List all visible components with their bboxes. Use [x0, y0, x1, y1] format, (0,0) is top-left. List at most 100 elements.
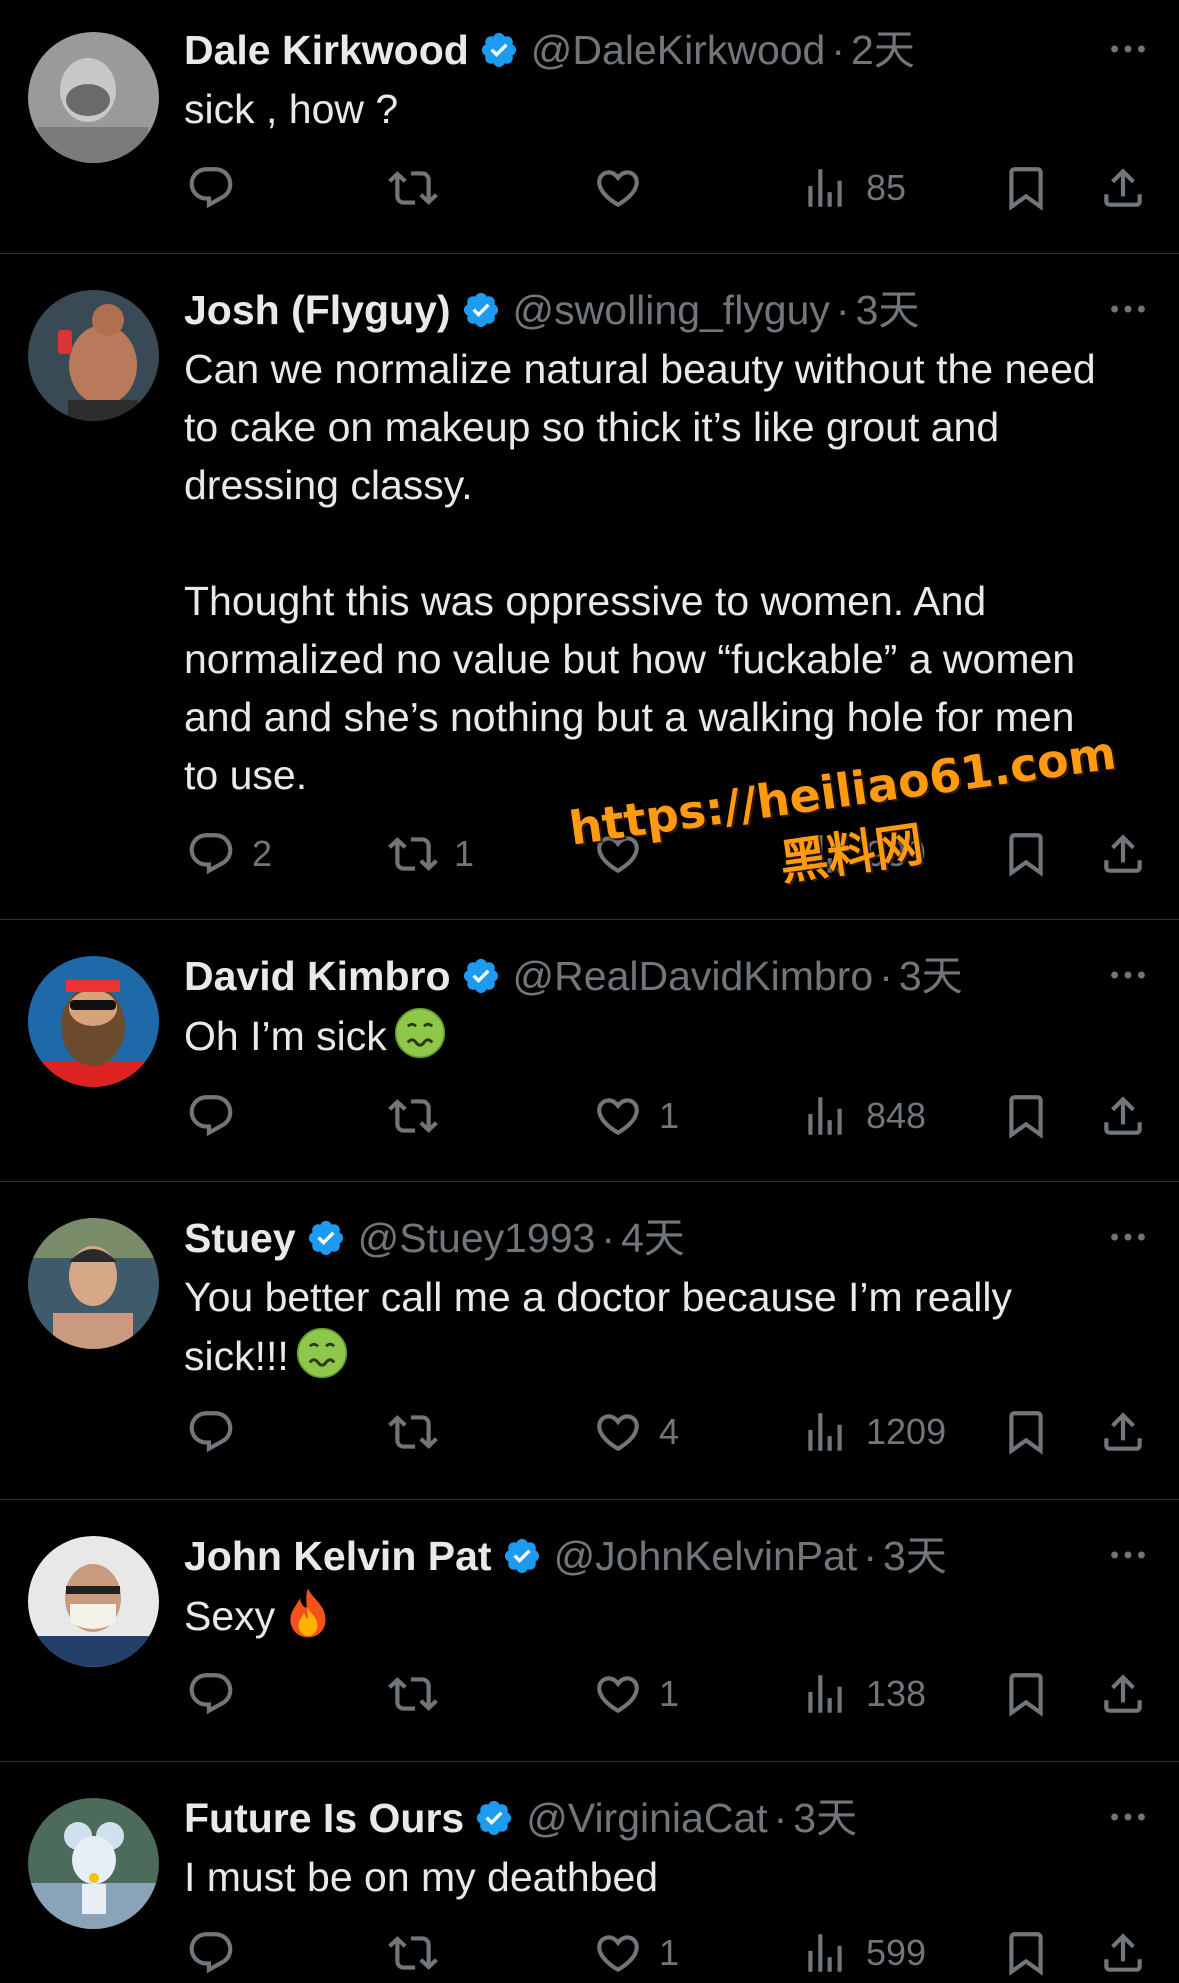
share-button[interactable] [1098, 1664, 1148, 1724]
timestamp[interactable]: 3天 [856, 280, 920, 340]
handle[interactable]: @JohnKelvinPat [554, 1526, 858, 1586]
separator-dot: · [773, 1795, 788, 1841]
more-options-icon[interactable] [1105, 1214, 1151, 1260]
retweet-button[interactable] [388, 1923, 454, 1983]
share-icon [1098, 1669, 1148, 1719]
heart-icon [593, 829, 643, 879]
avatar[interactable] [28, 956, 159, 1087]
bookmark-button[interactable] [1001, 1402, 1051, 1462]
views-icon [800, 1407, 850, 1457]
views-icon [800, 1928, 850, 1978]
handle[interactable]: @swolling_flyguy [513, 280, 830, 340]
like-button[interactable]: 1 [593, 1923, 679, 1983]
tweet[interactable]: Future Is Ours @VirginiaCat · 3天 I must … [0, 1762, 1179, 1983]
share-button[interactable] [1098, 1923, 1148, 1983]
bookmark-button[interactable] [1001, 1664, 1051, 1724]
action-bar: 85 [0, 158, 1179, 218]
timestamp[interactable]: 3天 [899, 946, 963, 1006]
tweet-text: sick , how ? [184, 80, 1114, 138]
bookmark-icon [1001, 1928, 1051, 1978]
reply-button[interactable] [186, 158, 252, 218]
more-options-icon[interactable] [1105, 26, 1151, 72]
handle[interactable]: @Stuey1993 [358, 1208, 596, 1268]
timestamp[interactable]: 2天 [851, 20, 915, 80]
views-button[interactable]: 848 [800, 1086, 926, 1146]
share-button[interactable] [1098, 1402, 1148, 1462]
bookmark-button[interactable] [1001, 824, 1051, 884]
display-name[interactable]: Future Is Ours [184, 1788, 464, 1848]
retweet-button[interactable] [388, 1402, 454, 1462]
share-button[interactable] [1098, 824, 1148, 884]
views-button[interactable]: 1209 [800, 1402, 946, 1462]
like-button[interactable]: 1 [593, 1086, 679, 1146]
tweet[interactable]: David Kimbro @RealDavidKimbro · 3天 Oh I’… [0, 920, 1179, 1182]
tweet-header: Stuey @Stuey1993 · 4天 [184, 1208, 685, 1268]
share-button[interactable] [1098, 1086, 1148, 1146]
retweet-icon [388, 1928, 438, 1978]
tweet[interactable]: Dale Kirkwood @DaleKirkwood · 2天 sick , … [0, 0, 1179, 254]
bookmark-button[interactable] [1001, 158, 1051, 218]
reply-button[interactable] [186, 1086, 252, 1146]
verified-badge-icon [461, 956, 501, 996]
share-icon [1098, 1928, 1148, 1978]
display-name[interactable]: Josh (Flyguy) [184, 280, 451, 340]
more-options-icon[interactable] [1105, 1794, 1151, 1840]
avatar[interactable] [28, 1798, 159, 1929]
reply-count: 2 [252, 833, 273, 874]
view-count: 85 [866, 167, 907, 208]
like-button[interactable]: 1 [593, 1664, 679, 1724]
handle[interactable]: @RealDavidKimbro [513, 946, 874, 1006]
display-name[interactable]: John Kelvin Pat [184, 1526, 492, 1586]
tweet-text-body: Sexy [184, 1593, 276, 1639]
tweet[interactable]: Josh (Flyguy) @swolling_flyguy · 3天 Can … [0, 254, 1179, 920]
handle[interactable]: @DaleKirkwood [531, 20, 826, 80]
like-count: 1 [659, 1095, 680, 1136]
like-button[interactable]: 4 [593, 1402, 679, 1462]
display-name[interactable]: David Kimbro [184, 946, 451, 1006]
retweet-button[interactable] [388, 1664, 454, 1724]
tweet-header: Josh (Flyguy) @swolling_flyguy · 3天 [184, 280, 919, 340]
avatar[interactable] [28, 290, 159, 421]
avatar[interactable] [28, 1536, 159, 1667]
share-icon [1098, 1091, 1148, 1141]
share-button[interactable] [1098, 158, 1148, 218]
like-button[interactable] [593, 824, 659, 884]
views-button[interactable]: 138 [800, 1664, 926, 1724]
display-name[interactable]: Stuey [184, 1208, 296, 1268]
more-options-icon[interactable] [1105, 1532, 1151, 1578]
timestamp[interactable]: 4天 [621, 1208, 685, 1268]
bookmark-button[interactable] [1001, 1923, 1051, 1983]
tweet[interactable]: John Kelvin Pat @JohnKelvinPat · 3天 Sexy… [0, 1500, 1179, 1762]
display-name[interactable]: Dale Kirkwood [184, 20, 469, 80]
like-button[interactable] [593, 158, 659, 218]
avatar[interactable] [28, 1218, 159, 1349]
timestamp[interactable]: 3天 [793, 1788, 857, 1848]
more-options-icon[interactable] [1105, 952, 1151, 998]
views-button[interactable]: 85 [800, 158, 906, 218]
retweet-button[interactable] [388, 158, 454, 218]
tweet-header: David Kimbro @RealDavidKimbro · 3天 [184, 946, 963, 1006]
retweet-button[interactable] [388, 1086, 454, 1146]
bookmark-icon [1001, 1669, 1051, 1719]
reply-button[interactable] [186, 1664, 252, 1724]
timestamp[interactable]: 3天 [883, 1526, 947, 1586]
separator-dot: · [831, 27, 846, 73]
separator-dot: · [879, 953, 893, 999]
reply-button[interactable]: 2 [186, 824, 272, 884]
bookmark-button[interactable] [1001, 1086, 1051, 1146]
heart-icon [593, 1669, 643, 1719]
views-button[interactable]: 939 [800, 824, 926, 884]
views-button[interactable]: 599 [800, 1923, 926, 1983]
views-icon [800, 829, 850, 879]
more-options-icon[interactable] [1105, 286, 1151, 332]
avatar[interactable] [28, 32, 159, 163]
reply-button[interactable] [186, 1923, 252, 1983]
view-count: 848 [866, 1095, 927, 1136]
handle[interactable]: @VirginiaCat [526, 1788, 767, 1848]
bookmark-icon [1001, 1091, 1051, 1141]
retweet-button[interactable]: 1 [388, 824, 474, 884]
reply-button[interactable] [186, 1402, 252, 1462]
tweet[interactable]: Stuey @Stuey1993 · 4天 You better call me… [0, 1182, 1179, 1500]
separator-dot: · [835, 287, 850, 333]
verified-badge-icon [461, 290, 501, 330]
